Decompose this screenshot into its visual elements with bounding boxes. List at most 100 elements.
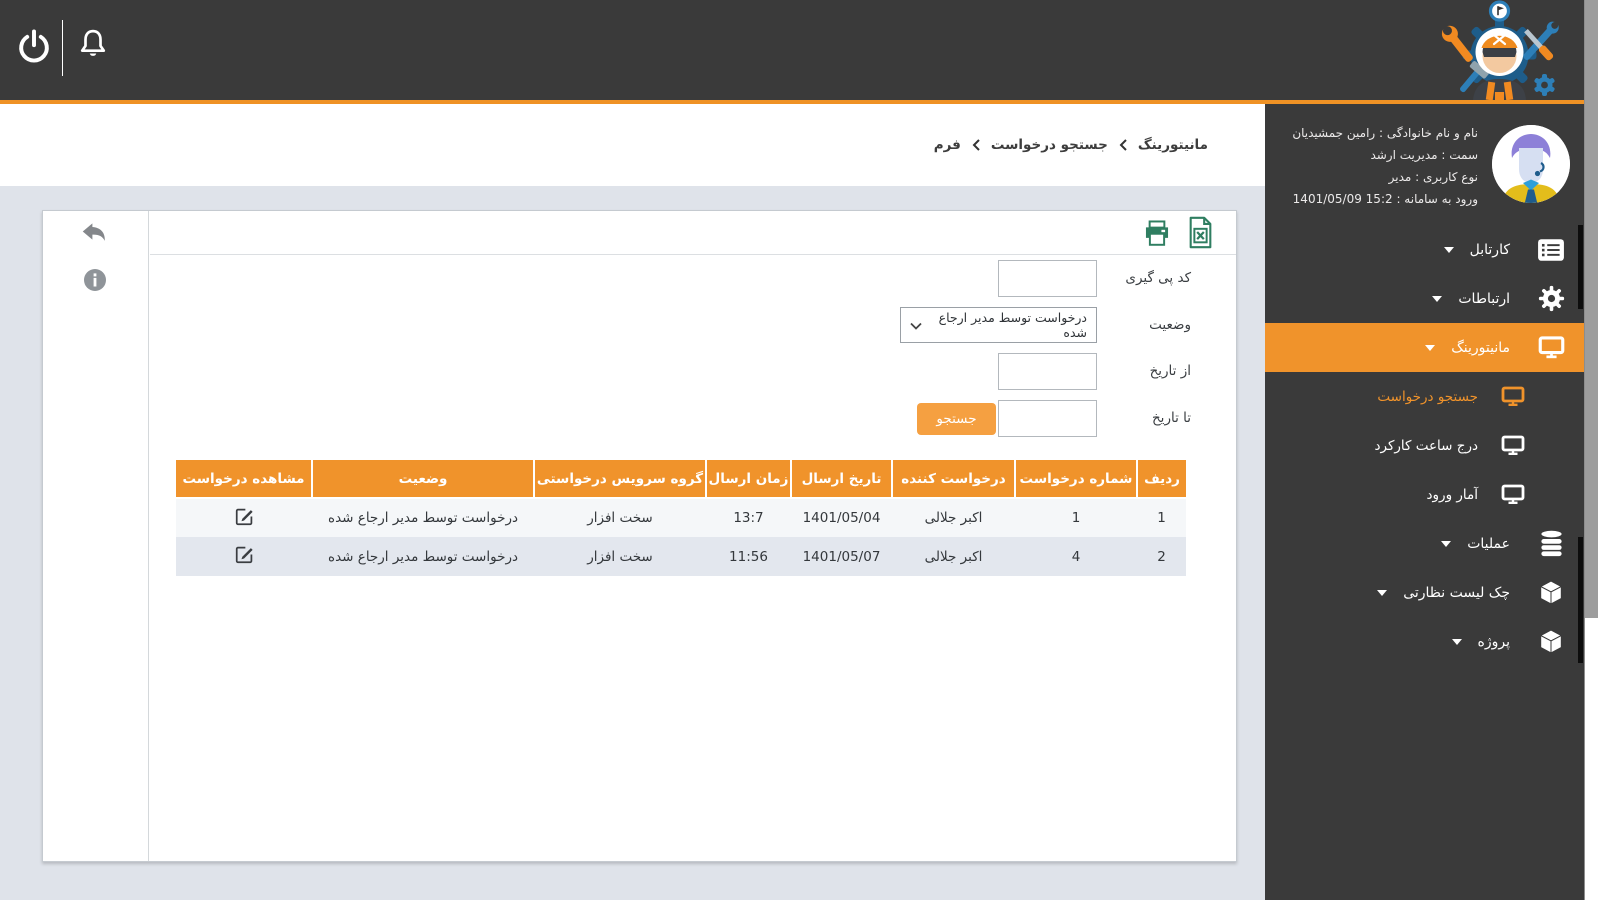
sidebar-item-worklog-hours[interactable]: درج ساعت کارکرد — [1265, 421, 1584, 470]
breadcrumb-item-current: فرم — [933, 137, 961, 153]
monitor-icon — [1498, 386, 1528, 407]
user-full-name: نام و نام خانوادگی : رامین جمشیدیان — [1292, 126, 1478, 140]
breadcrumb-item[interactable]: جستجو درخواست — [991, 137, 1108, 153]
user-type: نوع کاربری : مدیر — [1388, 170, 1478, 184]
edit-view-icon[interactable] — [235, 507, 254, 526]
sidebar-item-cartable[interactable]: کارتابل — [1265, 225, 1584, 274]
cell-request-number: 1 — [1071, 510, 1081, 526]
chevron-down-icon — [1425, 344, 1436, 351]
cell-send-date: 1401/05/07 — [802, 548, 881, 565]
sidebar-item-label: جستجو درخواست — [1377, 388, 1478, 405]
from-date-input[interactable] — [998, 353, 1097, 390]
sidebar-item-operations[interactable]: عملیات — [1265, 519, 1584, 568]
cell-request-number: 4 — [1071, 548, 1081, 565]
card-toolbar — [150, 211, 1236, 255]
edit-view-icon[interactable] — [235, 545, 254, 564]
col-service-group: گروه سرویس درخواستی — [533, 460, 706, 499]
sidebar-item-label: مانیتورینگ — [1451, 339, 1510, 356]
tracking-code-input[interactable] — [998, 260, 1097, 297]
sidebar-item-label: آمار ورود — [1426, 486, 1478, 503]
to-date-label: تا تاریخ — [1151, 410, 1191, 426]
cell-send-date: 1401/05/04 — [802, 510, 881, 526]
user-info: نام و نام خانوادگی : رامین جمشیدیان سمت … — [1292, 122, 1478, 210]
checklist-cube-icon — [1536, 579, 1566, 606]
print-icon[interactable] — [1142, 220, 1172, 251]
status-select-value: درخواست توسط مدیر ارجاع شده — [938, 310, 1087, 340]
status-select[interactable]: درخواست توسط مدیر ارجاع شده — [900, 307, 1097, 343]
operations-database-icon — [1536, 530, 1566, 557]
monitoring-monitor-icon — [1536, 336, 1566, 359]
cell-service-group: سخت افزار — [587, 510, 653, 526]
monitor-icon — [1498, 435, 1528, 456]
power-icon[interactable] — [15, 27, 53, 67]
sidebar-item-monitoring[interactable]: مانیتورینگ — [1265, 323, 1584, 372]
monitor-icon — [1498, 484, 1528, 505]
content-card: کد پی گیری وضعیت درخواست توسط مدیر ارجاع… — [42, 210, 1237, 862]
sidebar-item-checklist[interactable]: چک لیست نظارتی — [1265, 568, 1584, 617]
cell-requester: اکبر جلالی — [924, 510, 983, 526]
search-button[interactable]: جستجو — [917, 403, 996, 435]
sidebar-item-label: درج ساعت کارکرد — [1374, 437, 1478, 454]
cell-view-request — [176, 498, 312, 537]
sidebar-item-project[interactable]: پروژه — [1265, 617, 1584, 666]
card-side-toolbar — [43, 211, 149, 861]
sidebar-item-label: ارتباطات — [1458, 290, 1510, 307]
app-screen: نام و نام خانوادگی : رامین جمشیدیان سمت … — [0, 0, 1598, 900]
info-icon[interactable] — [83, 268, 107, 296]
sidebar-item-communications[interactable]: ارتباطات — [1265, 274, 1584, 323]
col-requester: درخواست کننده — [891, 460, 1015, 499]
excel-export-icon[interactable] — [1187, 216, 1214, 253]
col-status: وضعیت — [311, 460, 534, 499]
sidebar-item-label: عملیات — [1467, 535, 1510, 552]
notification-bell-icon[interactable] — [76, 25, 110, 67]
sidebar-item-label: کارتابل — [1469, 241, 1510, 258]
user-position: سمت : مدیریت ارشد — [1370, 148, 1478, 162]
sidebar-item-label: پروژه — [1477, 633, 1510, 650]
table-row: 2 4 اکبر جلالی 1401/05/07 11:56 سخت افزا… — [176, 537, 1186, 576]
cell-row-number: 1 — [1157, 510, 1166, 526]
tracking-code-label: کد پی گیری — [1125, 270, 1191, 286]
to-date-input[interactable] — [998, 400, 1097, 437]
page-scrollbar[interactable] — [1584, 0, 1598, 900]
cell-send-time: 11:56 — [729, 548, 768, 565]
left-chevron-icon — [972, 139, 980, 151]
cartable-list-icon — [1536, 238, 1566, 262]
topbar-divider — [62, 20, 63, 76]
from-date-label: از تاریخ — [1149, 363, 1191, 379]
cell-status: درخواست توسط مدیر ارجاع شده — [328, 510, 518, 526]
col-view-request: مشاهده درخواست — [176, 460, 312, 499]
chevron-down-icon — [910, 318, 922, 333]
topbar — [0, 0, 1584, 104]
breadcrumb-bar: مانیتورینگ جستجو درخواست فرم — [0, 104, 1265, 186]
col-request-number: شماره درخواست — [1014, 460, 1137, 499]
cell-view-request — [176, 537, 312, 576]
user-login-time: ورود به سامانه : 15:2 1401/05/09 — [1292, 192, 1478, 206]
sidebar-item-label: چک لیست نظارتی — [1403, 584, 1510, 601]
sidebar-item-login-stats[interactable]: آمار ورود — [1265, 470, 1584, 519]
support-services-worker-logo — [1437, 0, 1562, 101]
status-label: وضعیت — [1149, 317, 1191, 333]
user-avatar — [1492, 125, 1570, 203]
page-scrollbar-thumb[interactable] — [1585, 0, 1598, 618]
sidebar: نام و نام خانوادگی : رامین جمشیدیان سمت … — [1265, 104, 1584, 900]
left-chevron-icon — [1119, 139, 1127, 151]
breadcrumb: مانیتورینگ جستجو درخواست فرم — [934, 104, 1208, 186]
chevron-down-icon — [1441, 540, 1452, 547]
chevron-down-icon — [1377, 589, 1388, 596]
cell-row-number: 2 — [1157, 548, 1166, 565]
cell-requester: اکبر جلالی — [924, 548, 983, 565]
table-header-row: ردیف شماره درخواست درخواست کننده تاریخ ا… — [176, 460, 1186, 499]
table-row: 1 1 اکبر جلالی 1401/05/04 13:7 سخت افزار… — [176, 498, 1186, 537]
col-row-number: ردیف — [1136, 460, 1186, 499]
cell-service-group: سخت افزار — [587, 548, 653, 565]
sidebar-item-search-request[interactable]: جستجو درخواست — [1265, 372, 1584, 421]
col-send-time: زمان ارسال — [705, 460, 791, 499]
chevron-down-icon — [1451, 638, 1462, 645]
chevron-down-icon — [1432, 295, 1443, 302]
requests-table: ردیف شماره درخواست درخواست کننده تاریخ ا… — [176, 460, 1186, 576]
breadcrumb-item[interactable]: مانیتورینگ — [1138, 137, 1208, 153]
sidebar-menu: کارتابل ارتباطات مانیتورینگ جستجو درخواس… — [1265, 225, 1584, 666]
communications-gear-icon — [1536, 285, 1566, 312]
back-icon[interactable] — [79, 220, 109, 250]
chevron-down-icon — [1443, 246, 1454, 253]
